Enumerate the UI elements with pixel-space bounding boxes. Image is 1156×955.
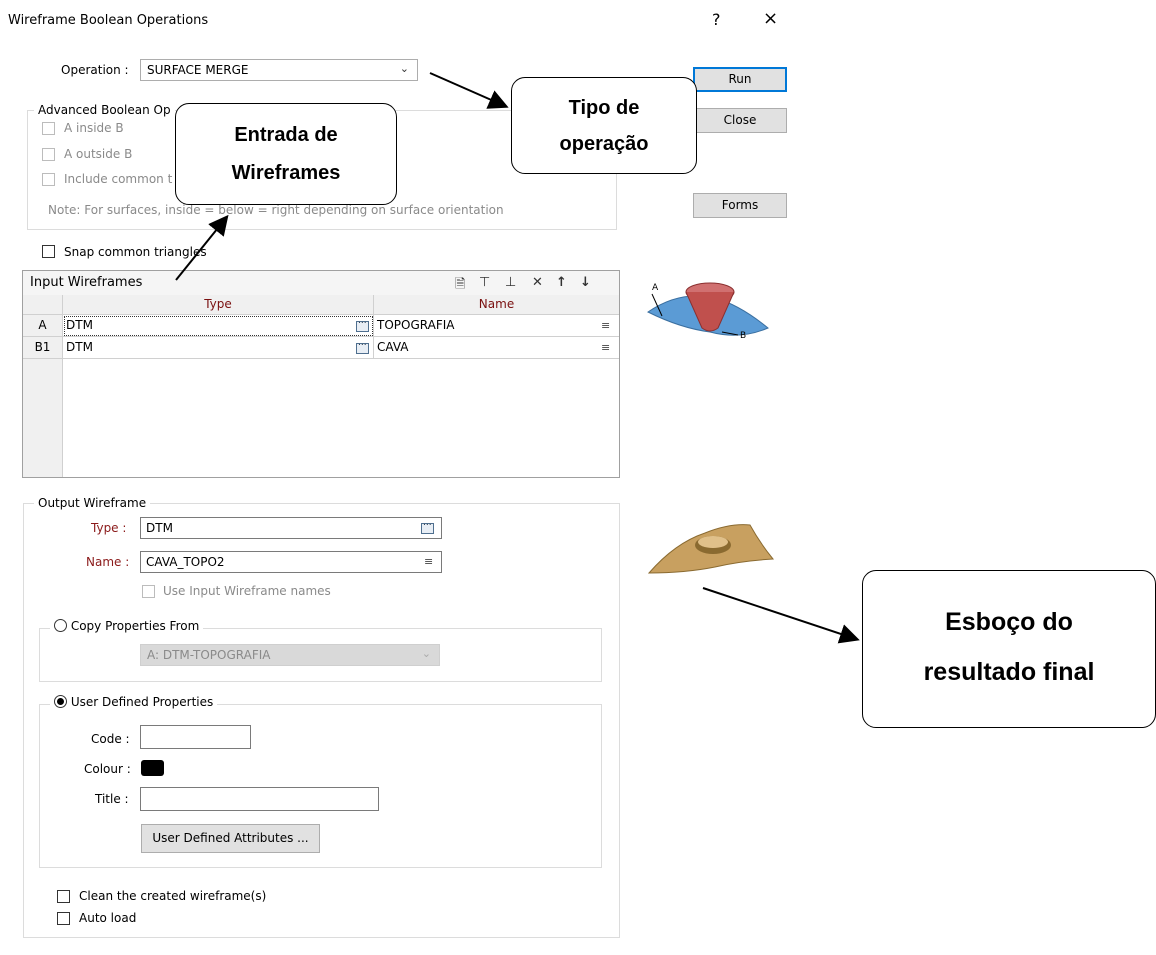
callout-esboco-resultado: Esboço do resultado final: [862, 570, 1156, 728]
callout-tipo-operacao: Tipo de operação: [511, 77, 697, 174]
callout-esboco-line2: resultado final: [923, 658, 1095, 686]
callout-esboco-line1: Esboço do: [945, 608, 1073, 636]
callout-tipo-line1: Tipo de: [568, 97, 640, 119]
arrow-input: [175, 214, 229, 281]
callout-entrada-line1: Entrada de: [234, 124, 338, 146]
callout-entrada-wireframes: Entrada de Wireframes: [175, 103, 397, 205]
arrow-result: [702, 587, 860, 644]
callout-tipo-line2: operação: [559, 133, 649, 155]
callout-entrada-line2: Wireframes: [231, 162, 341, 184]
arrow-operation: [429, 72, 509, 109]
